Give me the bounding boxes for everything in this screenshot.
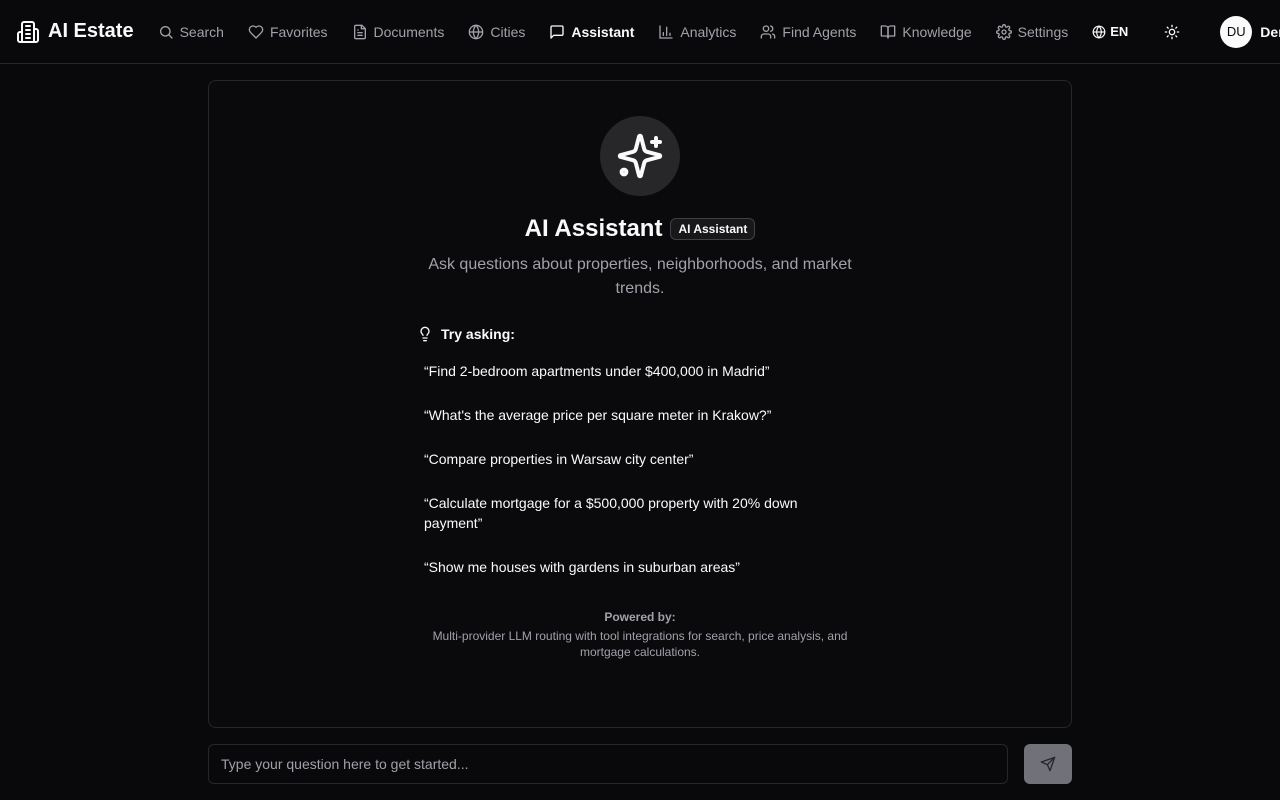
title-row: AI Assistant AI Assistant [209, 215, 1071, 243]
top-navbar: AI Estate Search Favorites Documents Cit… [0, 0, 1280, 64]
nav-item-label: Documents [373, 23, 445, 40]
nav-item-label: Cities [490, 23, 526, 40]
nav-item-label: Search [179, 23, 224, 40]
suggestion-item[interactable]: “Find 2-bedroom apartments under $400,00… [424, 361, 844, 381]
globe-icon [1092, 24, 1106, 39]
user-menu[interactable]: DU Demo User [1220, 15, 1280, 48]
powered-by-section: Powered by: Multi-provider LLM routing w… [420, 610, 860, 660]
building-icon [16, 20, 40, 44]
language-selector[interactable]: EN [1092, 24, 1128, 39]
book-icon [880, 24, 896, 40]
user-name: Demo User [1260, 23, 1280, 40]
gear-icon [995, 23, 1012, 40]
sparkles-icon [600, 116, 680, 196]
nav-item-knowledge[interactable]: Knowledge [880, 16, 972, 48]
nav-item-analytics[interactable]: Analytics [658, 16, 736, 48]
language-code: EN [1110, 24, 1129, 39]
users-icon [760, 24, 776, 40]
globe-icon [468, 23, 484, 40]
page-title: AI Assistant [524, 215, 663, 242]
send-icon [1040, 756, 1056, 772]
nav-item-cities[interactable]: Cities [468, 16, 525, 48]
nav-item-documents[interactable]: Documents [352, 16, 445, 48]
nav-item-label: Find Agents [782, 23, 857, 40]
try-asking-label: Try asking: [441, 326, 515, 342]
nav-item-label: Assistant [571, 23, 635, 40]
send-button[interactable] [1024, 744, 1072, 784]
nav-item-favorites[interactable]: Favorites [248, 16, 328, 48]
search-icon [158, 24, 174, 40]
nav-item-settings[interactable]: Settings [995, 16, 1069, 48]
nav-item-find-agents[interactable]: Find Agents [760, 16, 856, 48]
try-asking-header: Try asking: [417, 326, 515, 342]
heart-icon [248, 24, 264, 40]
nav-item-label: Knowledge [902, 23, 972, 40]
assistant-welcome-card: AI Assistant AI Assistant Ask questions … [208, 80, 1072, 728]
nav-item-assistant[interactable]: Assistant [549, 16, 634, 48]
nav-item-label: Analytics [680, 23, 737, 40]
document-icon [352, 24, 368, 40]
avatar: DU [1220, 15, 1253, 48]
message-icon [549, 24, 565, 40]
lightbulb-icon [417, 326, 433, 342]
nav-item-search[interactable]: Search [158, 16, 224, 48]
powered-by-label: Powered by: [604, 610, 676, 624]
suggestion-item[interactable]: “What's the average price per square met… [424, 405, 844, 425]
brand-logo[interactable]: AI Estate [16, 20, 134, 44]
sun-icon[interactable] [1164, 24, 1180, 40]
suggestion-item[interactable]: “Compare properties in Warsaw city cente… [424, 449, 844, 469]
nav-item-label: Settings [1017, 23, 1069, 40]
chat-input[interactable] [208, 744, 1008, 784]
powered-by-text: Multi-provider LLM routing with tool int… [432, 629, 848, 659]
app-name: AI Estate [48, 20, 134, 42]
bar-chart-icon [658, 24, 674, 40]
suggestion-list: “Find 2-bedroom apartments under $400,00… [424, 361, 844, 601]
page-subtitle: Ask questions about properties, neighbor… [428, 256, 852, 297]
suggestion-item[interactable]: “Calculate mortgage for a $500,000 prope… [424, 493, 844, 533]
nav-item-label: Favorites [269, 23, 328, 40]
status-badge: AI Assistant [670, 218, 756, 240]
suggestion-item[interactable]: “Show me houses with gardens in suburban… [424, 557, 844, 577]
